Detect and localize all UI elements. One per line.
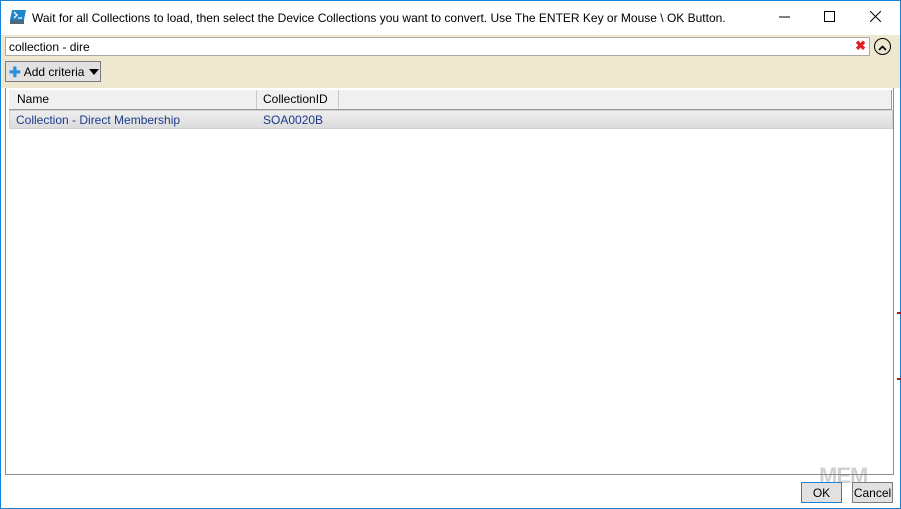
window-title: Wait for all Collections to load, then s… xyxy=(32,11,726,25)
background-window-edge xyxy=(897,378,901,380)
minimize-icon xyxy=(778,9,790,27)
close-icon xyxy=(869,9,881,27)
cell-collectionid: SOA0020B xyxy=(263,113,324,127)
collapse-filter-button[interactable] xyxy=(874,38,891,55)
search-value: collection - dire xyxy=(9,40,90,54)
column-header-name[interactable]: Name xyxy=(9,90,257,109)
maximize-icon xyxy=(823,9,835,27)
collections-grid: Name CollectionID Collection - Direct Me… xyxy=(5,88,894,475)
title-bar[interactable]: Wait for all Collections to load, then s… xyxy=(1,1,900,35)
table-row[interactable]: Collection - Direct Membership SOA0020B xyxy=(9,110,893,129)
add-criteria-label: Add criteria xyxy=(23,64,85,79)
clear-search-icon[interactable]: ✖ xyxy=(855,39,866,53)
chevron-up-icon xyxy=(878,38,887,56)
filter-bar: collection - dire ✖ ✚ Add criteria xyxy=(1,35,900,88)
minimize-button[interactable] xyxy=(761,1,807,35)
maximize-button[interactable] xyxy=(806,1,852,35)
background-window-edge xyxy=(897,312,901,314)
cell-name: Collection - Direct Membership xyxy=(16,113,181,127)
close-button[interactable] xyxy=(852,1,898,35)
powershell-icon xyxy=(10,9,26,25)
grid-header: Name CollectionID xyxy=(9,90,892,110)
cancel-button[interactable]: Cancel xyxy=(852,482,893,503)
ok-button[interactable]: OK xyxy=(801,482,842,503)
search-input[interactable]: collection - dire ✖ xyxy=(5,37,870,56)
dialog-window: Wait for all Collections to load, then s… xyxy=(0,0,901,509)
column-header-collectionid[interactable]: CollectionID xyxy=(257,90,339,109)
add-criteria-button[interactable]: ✚ Add criteria xyxy=(5,61,101,82)
dropdown-arrow-icon xyxy=(89,68,100,75)
plus-icon: ✚ xyxy=(9,63,21,80)
